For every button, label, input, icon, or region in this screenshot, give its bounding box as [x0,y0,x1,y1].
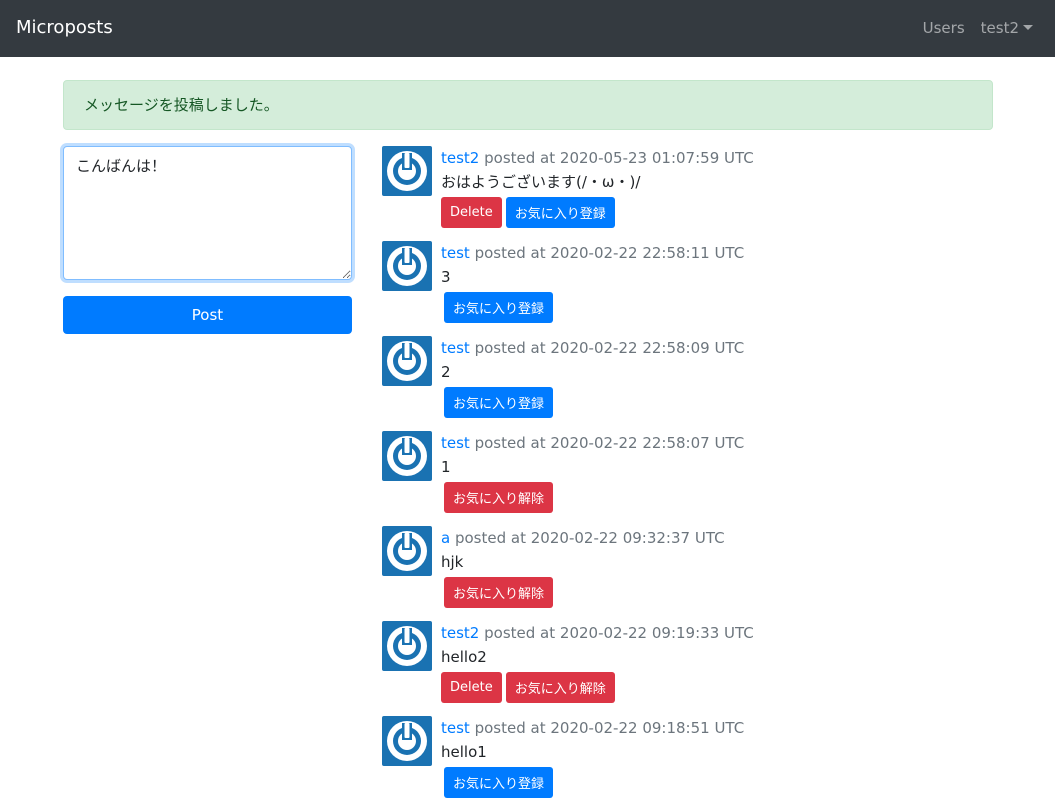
post-meta: a posted at 2020-02-22 09:32:37 UTC [441,528,725,548]
gravatar-power-icon [387,531,427,571]
navbar: Microposts Users test2 [0,0,1055,57]
unfavorite-button[interactable]: お気に入り解除 [505,672,615,703]
favorite-button[interactable]: お気に入り登録 [444,292,554,323]
avatar[interactable] [382,716,432,766]
post-content: hello2 [441,648,487,666]
post-timestamp: 2020-02-22 22:58:07 UTC [550,434,745,452]
favorite-button[interactable]: お気に入り登録 [444,387,554,418]
users-link[interactable]: Users [923,18,965,38]
micropost-item: a posted at 2020-02-22 09:32:37 UTC hjk … [382,526,1002,621]
nav-right: Users test2 [923,18,1033,38]
avatar[interactable] [382,526,432,576]
post-form: Post [63,146,352,334]
post-body: test posted at 2020-02-22 09:18:51 UTC h… [441,718,744,798]
delete-button[interactable]: Delete [441,197,502,228]
account-name: test2 [980,19,1019,37]
post-user-link[interactable]: test2 [441,149,479,167]
post-actions: お気に入り解除 [441,482,744,513]
post-content: hjk [441,553,464,571]
micropost-item: test posted at 2020-02-22 09:18:51 UTC h… [382,716,1002,811]
post-button[interactable]: Post [63,296,352,334]
post-user-link[interactable]: test [441,719,470,737]
posted-at-label: posted at [474,719,546,737]
posted-at-label: posted at [484,149,556,167]
post-body: test posted at 2020-02-22 22:58:09 UTC 2… [441,338,744,418]
delete-button[interactable]: Delete [441,672,502,703]
post-user-link[interactable]: a [441,529,450,547]
posted-at-label: posted at [474,434,546,452]
post-content: 1 [441,458,451,476]
posted-at-label: posted at [484,624,556,642]
post-body: test2 posted at 2020-02-22 09:19:33 UTC … [441,623,754,703]
gravatar-power-icon [387,721,427,761]
post-meta: test posted at 2020-02-22 22:58:09 UTC [441,338,744,358]
microposts-feed: test2 posted at 2020-05-23 01:07:59 UTC … [382,146,1002,811]
micropost-item: test2 posted at 2020-02-22 09:19:33 UTC … [382,621,1002,716]
post-meta: test2 posted at 2020-05-23 01:07:59 UTC [441,148,754,168]
avatar[interactable] [382,336,432,386]
post-body: test posted at 2020-02-22 22:58:07 UTC 1… [441,433,744,513]
micropost-item: test posted at 2020-02-22 22:58:09 UTC 2… [382,336,1002,431]
micropost-item: test posted at 2020-02-22 22:58:07 UTC 1… [382,431,1002,526]
avatar[interactable] [382,431,432,481]
post-timestamp: 2020-02-22 09:19:33 UTC [559,624,754,642]
post-meta: test2 posted at 2020-02-22 09:19:33 UTC [441,623,754,643]
brand-link[interactable]: Microposts [16,16,113,40]
favorite-button[interactable]: お気に入り登録 [505,197,615,228]
post-actions: お気に入り登録 [441,387,744,418]
success-alert: メッセージを投稿しました。 [63,80,993,130]
unfavorite-button[interactable]: お気に入り解除 [444,577,554,608]
post-actions: Delete お気に入り登録 [441,197,754,228]
post-meta: test posted at 2020-02-22 22:58:11 UTC [441,243,744,263]
post-actions: お気に入り解除 [441,577,725,608]
account-dropdown[interactable]: test2 [981,18,1033,38]
micropost-item: test2 posted at 2020-05-23 01:07:59 UTC … [382,146,1002,241]
favorite-button[interactable]: お気に入り登録 [444,767,554,798]
post-content: おはようございます(/・ω・)/ [441,173,641,191]
post-meta: test posted at 2020-02-22 22:58:07 UTC [441,433,744,453]
post-timestamp: 2020-02-22 09:32:37 UTC [530,529,725,547]
post-content: hello1 [441,743,487,761]
gravatar-power-icon [387,341,427,381]
avatar[interactable] [382,241,432,291]
gravatar-power-icon [387,151,427,191]
post-content: 3 [441,268,451,286]
post-user-link[interactable]: test2 [441,624,479,642]
post-content: 2 [441,363,451,381]
post-meta: test posted at 2020-02-22 09:18:51 UTC [441,718,744,738]
caret-down-icon [1023,25,1033,30]
post-timestamp: 2020-02-22 09:18:51 UTC [550,719,745,737]
post-user-link[interactable]: test [441,339,470,357]
post-actions: お気に入り登録 [441,292,744,323]
post-user-link[interactable]: test [441,244,470,262]
gravatar-power-icon [387,436,427,476]
alert-message: メッセージを投稿しました。 [84,96,279,114]
gravatar-power-icon [387,626,427,666]
avatar[interactable] [382,146,432,196]
unfavorite-button[interactable]: お気に入り解除 [444,482,554,513]
posted-at-label: posted at [474,339,546,357]
post-body: test posted at 2020-02-22 22:58:11 UTC 3… [441,243,744,323]
post-timestamp: 2020-02-22 22:58:09 UTC [550,339,745,357]
posted-at-label: posted at [474,244,546,262]
post-user-link[interactable]: test [441,434,470,452]
post-body: a posted at 2020-02-22 09:32:37 UTC hjk … [441,528,725,608]
post-actions: お気に入り登録 [441,767,744,798]
avatar[interactable] [382,621,432,671]
posted-at-label: posted at [454,529,526,547]
post-body: test2 posted at 2020-05-23 01:07:59 UTC … [441,148,754,228]
post-timestamp: 2020-02-22 22:58:11 UTC [550,244,745,262]
gravatar-power-icon [387,246,427,286]
micropost-item: test posted at 2020-02-22 22:58:11 UTC 3… [382,241,1002,336]
post-timestamp: 2020-05-23 01:07:59 UTC [559,149,754,167]
micropost-textarea[interactable] [63,146,352,280]
post-actions: Delete お気に入り解除 [441,672,754,703]
